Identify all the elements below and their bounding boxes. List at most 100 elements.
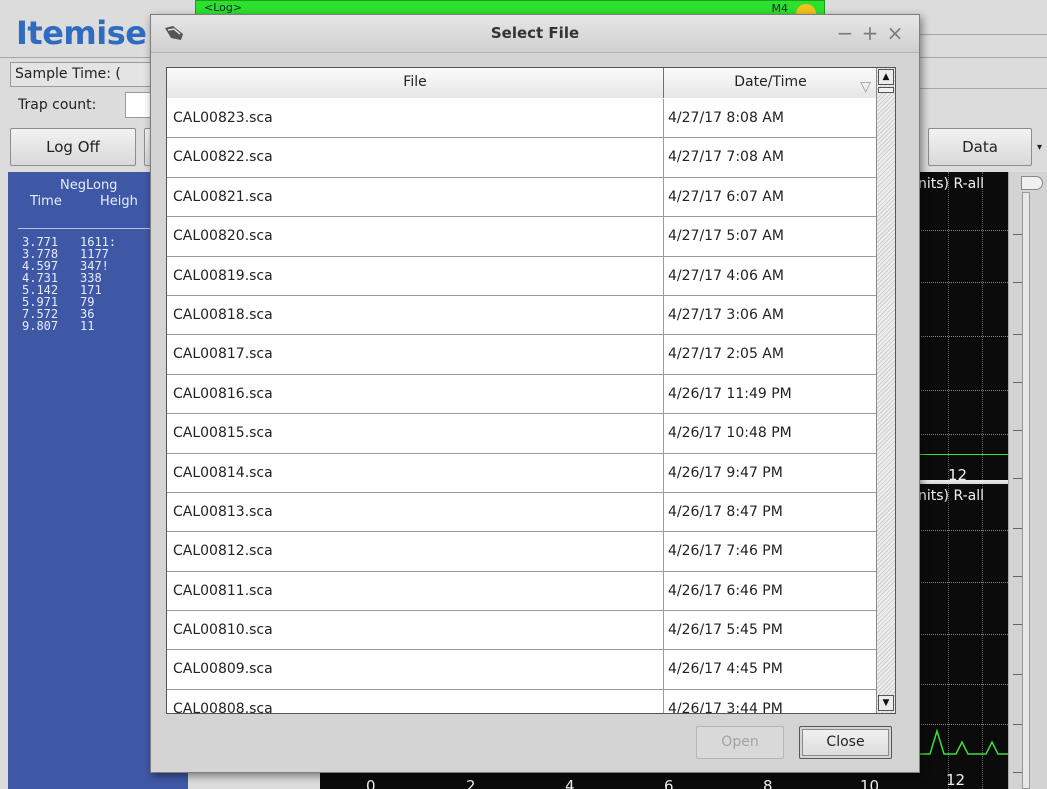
table-row[interactable]: CAL00808.sca 4/26/17 3:44 PM — [167, 689, 877, 713]
x-tick: 10 — [860, 777, 880, 789]
x-tick: 12 — [946, 771, 966, 789]
table-row[interactable]: CAL00810.sca 4/26/17 5:45 PM — [167, 611, 877, 651]
close-button[interactable]: Close — [799, 726, 892, 759]
file-name-cell: CAL00821.sca — [167, 177, 664, 217]
table-row[interactable]: CAL00818.sca 4/27/17 3:06 AM — [167, 295, 877, 336]
neglong-title: NegLong — [60, 178, 118, 193]
table-row[interactable]: CAL00821.sca 4/27/17 6:07 AM — [167, 177, 877, 218]
table-row[interactable]: CAL00813.sca 4/26/17 8:47 PM — [167, 492, 877, 533]
file-datetime-cell: 4/26/17 5:45 PM — [668, 622, 783, 639]
table-row[interactable]: CAL00812.sca 4/26/17 7:46 PM — [167, 532, 877, 572]
neglong-row: 9.807 11 — [22, 320, 116, 332]
file-datetime-cell: 4/26/17 10:48 PM — [668, 425, 792, 442]
file-name-cell: CAL00812.sca — [167, 532, 664, 571]
column-header-datetime[interactable]: Date/Time ▽ — [664, 68, 877, 98]
file-datetime-cell: 4/26/17 9:47 PM — [668, 464, 783, 481]
file-name-cell: CAL00813.sca — [167, 492, 664, 532]
table-row[interactable]: CAL00816.sca 4/26/17 11:49 PM — [167, 374, 877, 415]
right-scale — [1008, 172, 1047, 789]
file-datetime-cell: 4/26/17 8:47 PM — [668, 503, 783, 520]
graph-bottom-trace — [920, 728, 1008, 755]
graph-top-label: nits) R-all — [918, 176, 985, 192]
file-list-scrollbar[interactable]: ▲ ▼ — [876, 68, 895, 713]
x-tick: 8 — [763, 777, 773, 789]
table-row[interactable]: CAL00814.sca 4/26/17 9:47 PM — [167, 453, 877, 493]
scale-rail[interactable] — [1022, 192, 1030, 789]
file-name-cell: CAL00819.sca — [167, 256, 664, 295]
open-button[interactable]: Open — [696, 726, 784, 759]
file-name-cell: CAL00816.sca — [167, 374, 664, 414]
data-button[interactable]: Data — [928, 128, 1032, 166]
table-row[interactable]: CAL00815.sca 4/26/17 10:48 PM — [167, 414, 877, 454]
file-datetime-cell: 4/27/17 5:07 AM — [668, 228, 784, 245]
file-name-cell: CAL00808.sca — [167, 689, 664, 713]
file-name-cell: CAL00822.sca — [167, 138, 664, 177]
dialog-title: Select File — [490, 24, 580, 42]
scroll-down-icon[interactable]: ▼ — [878, 695, 894, 711]
log-label: <Log> — [204, 1, 243, 14]
table-row[interactable]: CAL00819.sca 4/27/17 4:06 AM — [167, 256, 877, 296]
maximize-icon[interactable]: + — [859, 21, 881, 45]
trap-count-label: Trap count: — [18, 97, 97, 113]
header-divider — [0, 57, 150, 58]
file-rows: CAL00823.sca 4/27/17 8:08 AM CAL00822.sca 4… — [167, 99, 877, 713]
table-row[interactable]: CAL00809.sca 4/26/17 4:45 PM — [167, 650, 877, 690]
file-datetime-cell: 4/26/17 4:45 PM — [668, 661, 783, 678]
neglong-rows: 3.771 1611: 3.778 1177 4.597 347! 4.731 338 5.14… — [22, 236, 116, 332]
table-row[interactable]: CAL00823.sca 4/27/17 8:08 AM — [167, 99, 877, 139]
file-name-cell: CAL00818.sca — [167, 295, 664, 335]
table-row[interactable]: CAL00811.sca 4/26/17 6:46 PM — [167, 571, 877, 612]
app-title: Itemise — [16, 14, 147, 52]
scrollbar-thumb[interactable] — [878, 87, 894, 93]
file-name-cell: CAL00809.sca — [167, 650, 664, 689]
x-tick: 4 — [565, 777, 575, 789]
file-datetime-cell: 4/26/17 7:46 PM — [668, 543, 783, 560]
log-off-button[interactable]: Log Off — [10, 128, 136, 166]
app-window: Itemise <Log> M4 Sample Time: ( Trap cou… — [0, 0, 1047, 789]
neglong-time-cell: 9.807 — [22, 319, 59, 333]
select-file-dialog: Select File − + × File Date/Time ▽ CAL00… — [150, 14, 920, 773]
close-icon[interactable]: × — [884, 21, 906, 45]
dialog-titlebar[interactable]: Select File − + × — [151, 15, 919, 53]
data-dropdown-icon[interactable]: ▾ — [1037, 142, 1042, 153]
file-name-cell: CAL00814.sca — [167, 453, 664, 492]
file-datetime-cell: 4/27/17 8:08 AM — [668, 110, 784, 126]
table-row[interactable]: CAL00822.sca 4/27/17 7:08 AM — [167, 138, 877, 178]
file-name-cell: CAL00815.sca — [167, 414, 664, 453]
graph-bottom — [910, 484, 1008, 789]
file-datetime-cell: 4/26/17 11:49 PM — [668, 385, 792, 402]
graph-top — [910, 172, 1008, 482]
file-datetime-cell: 4/27/17 4:06 AM — [668, 267, 784, 284]
file-datetime-cell: 4/27/17 7:08 AM — [668, 149, 784, 166]
x-tick: 2 — [466, 777, 476, 789]
header-divider-right — [920, 57, 1047, 58]
graph-top-tick: 12 — [948, 466, 968, 484]
neglong-time-header: Time — [30, 194, 62, 209]
file-name-cell: CAL00817.sca — [167, 335, 664, 374]
header-divider-right-top — [920, 34, 1047, 35]
column-header-datetime-label: Date/Time — [734, 74, 807, 90]
file-datetime-cell: 4/27/17 6:07 AM — [668, 188, 784, 205]
x-tick: 6 — [664, 777, 674, 789]
file-datetime-cell: 4/27/17 2:05 AM — [668, 346, 784, 363]
file-name-cell: CAL00823.sca — [167, 99, 664, 138]
table-row[interactable]: CAL00820.sca 4/27/17 5:07 AM — [167, 217, 877, 257]
table-row[interactable]: CAL00817.sca 4/27/17 2:05 AM — [167, 335, 877, 375]
file-name-cell: CAL00811.sca — [167, 571, 664, 611]
graph-top-trace — [910, 454, 1008, 455]
minimize-icon[interactable]: − — [834, 21, 856, 45]
file-datetime-cell: 4/26/17 6:46 PM — [668, 582, 783, 599]
graph-bottom-label: nits) R-all — [918, 488, 985, 504]
graph-bottom-xaxis: 0 2 4 6 8 10 — [320, 773, 910, 789]
file-name-cell: CAL00820.sca — [167, 217, 664, 256]
neglong-height-header: Heigh — [100, 194, 138, 209]
column-header-file[interactable]: File — [167, 68, 664, 98]
scroll-up-icon[interactable]: ▲ — [878, 69, 894, 85]
scale-slider-handle[interactable] — [1021, 176, 1043, 190]
header-divider-right-mid — [920, 88, 1047, 89]
x-tick: 0 — [366, 777, 376, 789]
sort-descending-icon[interactable]: ▽ — [860, 73, 871, 102]
file-list-header: File Date/Time ▽ — [167, 68, 877, 98]
file-list[interactable]: File Date/Time ▽ CAL00823.sca 4/27/17 8:0… — [166, 67, 896, 714]
neglong-height-cell: 11 — [80, 319, 95, 333]
